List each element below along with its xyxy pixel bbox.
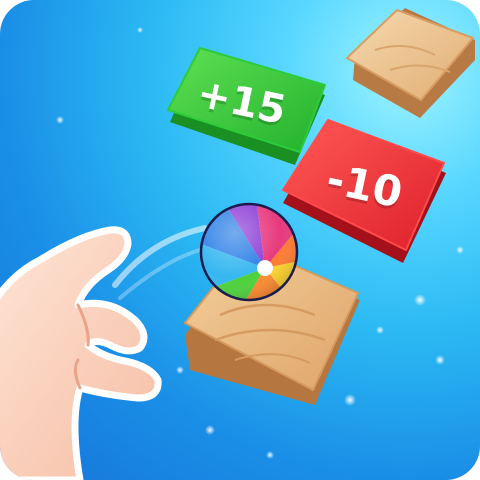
pointing-hand-icon — [0, 220, 190, 480]
beach-ball-icon[interactable] — [195, 198, 303, 306]
game-scene: +15 -10 — [0, 0, 480, 480]
wood-tile-top[interactable] — [335, 0, 480, 128]
